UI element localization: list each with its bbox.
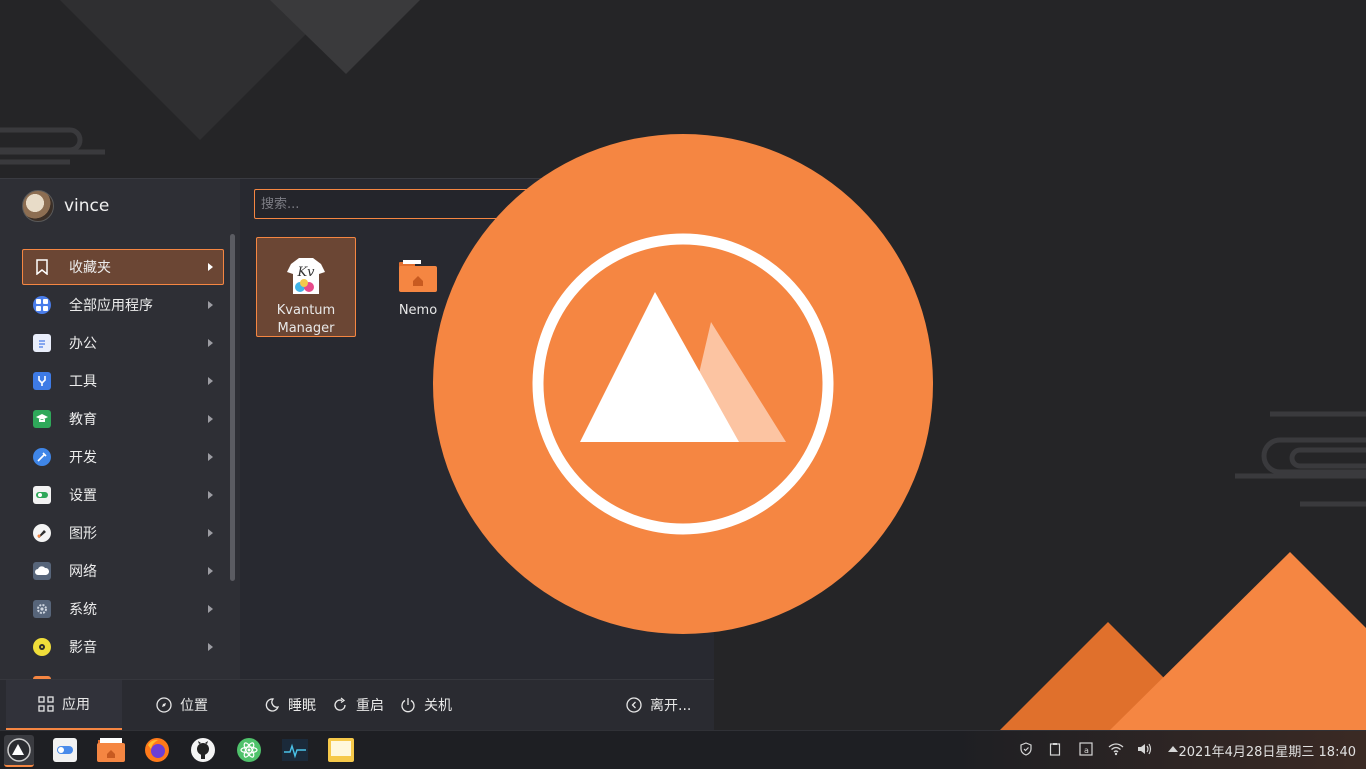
taskbar: a 2021年4月28日星期三 18:40 bbox=[0, 730, 1366, 769]
all-apps-icon bbox=[33, 296, 51, 314]
clock[interactable]: 2021年4月28日星期三 18:40 bbox=[1179, 741, 1357, 760]
user-info[interactable]: vince bbox=[22, 190, 110, 222]
chevron-right-icon bbox=[208, 529, 213, 537]
restart-icon bbox=[332, 697, 348, 713]
settings-toggle-icon[interactable] bbox=[50, 735, 80, 765]
category-education[interactable]: 教育 bbox=[22, 401, 224, 437]
category-label: 影音 bbox=[69, 640, 97, 656]
keyboard-layout-icon[interactable]: a bbox=[1078, 741, 1094, 757]
chevron-right-icon bbox=[208, 301, 213, 309]
category-label: 图形 bbox=[69, 526, 97, 542]
category-favorites[interactable]: 收藏夹 bbox=[22, 249, 224, 285]
chevron-right-icon bbox=[208, 339, 213, 347]
education-icon bbox=[33, 410, 51, 428]
network-icon bbox=[33, 562, 51, 580]
chevron-right-icon bbox=[208, 491, 213, 499]
chevron-right-icon bbox=[208, 377, 213, 385]
sleep-icon bbox=[264, 697, 280, 713]
system-icon bbox=[33, 600, 51, 618]
category-label: 收藏夹 bbox=[69, 260, 111, 276]
category-label: 系统 bbox=[69, 602, 97, 618]
category-label: 网络 bbox=[69, 564, 97, 580]
file-manager-icon[interactable] bbox=[96, 735, 126, 765]
category-settings[interactable]: 设置 bbox=[22, 477, 224, 513]
atom-icon[interactable] bbox=[234, 735, 264, 765]
office-icon bbox=[33, 334, 51, 352]
firefox-icon[interactable] bbox=[142, 735, 172, 765]
settings-icon bbox=[33, 486, 51, 504]
volume-icon[interactable] bbox=[1137, 741, 1153, 757]
category-tools[interactable]: 工具 bbox=[22, 363, 224, 399]
svg-text:Kv: Kv bbox=[296, 265, 315, 280]
shutdown-button[interactable]: 关机 bbox=[400, 680, 452, 730]
sleep-button[interactable]: 睡眠 bbox=[264, 680, 316, 730]
category-development[interactable]: 开发 bbox=[22, 439, 224, 475]
category-label: 开发 bbox=[69, 450, 97, 466]
tab-places-label: 位置 bbox=[180, 698, 208, 714]
restart-button[interactable]: 重启 bbox=[332, 680, 384, 730]
tab-places[interactable]: 位置 bbox=[156, 680, 208, 730]
category-label: 工具 bbox=[69, 374, 97, 390]
category-all-apps[interactable]: 全部应用程序 bbox=[22, 287, 224, 323]
menu-sidebar: vince 收藏夹 全部应用程序 办公 工具 教育 开发 设置 图形 网络 系统… bbox=[0, 179, 240, 679]
category-label: 办公 bbox=[69, 336, 97, 352]
chevron-right-icon bbox=[208, 415, 213, 423]
user-name: vince bbox=[64, 196, 110, 216]
start-menu-icon[interactable] bbox=[4, 735, 34, 767]
category-multimedia[interactable]: 影音 bbox=[22, 629, 224, 665]
notes-icon[interactable] bbox=[326, 735, 356, 765]
bookmark-icon bbox=[33, 258, 51, 276]
clipboard-icon[interactable] bbox=[1047, 741, 1063, 757]
chevron-right-icon bbox=[208, 567, 213, 575]
category-partial[interactable] bbox=[22, 667, 224, 679]
kvantum-icon: Kv bbox=[283, 254, 329, 300]
chevron-right-icon bbox=[208, 453, 213, 461]
category-label: 全部应用程序 bbox=[69, 298, 153, 314]
restart-label: 重启 bbox=[356, 698, 384, 714]
svg-text:a: a bbox=[1084, 746, 1089, 755]
distro-logo bbox=[433, 134, 933, 634]
menu-bottom-bar: 应用 位置 睡眠 重启 关机 离开... bbox=[0, 679, 714, 732]
chevron-right-icon bbox=[208, 643, 213, 651]
power-icon bbox=[400, 697, 416, 713]
category-list: 收藏夹 全部应用程序 办公 工具 教育 开发 设置 图形 网络 系统 影音 bbox=[22, 249, 224, 679]
graphics-icon bbox=[33, 524, 51, 542]
tools-icon bbox=[33, 372, 51, 390]
category-scrollbar[interactable] bbox=[230, 234, 235, 581]
leave-label: 离开... bbox=[650, 698, 692, 714]
category-system[interactable]: 系统 bbox=[22, 591, 224, 627]
tab-apps[interactable]: 应用 bbox=[6, 680, 122, 730]
app-label: Kvantum Manager bbox=[276, 303, 336, 336]
github-icon[interactable] bbox=[188, 735, 218, 765]
compass-icon bbox=[156, 697, 172, 713]
multimedia-icon bbox=[33, 638, 51, 656]
shutdown-label: 关机 bbox=[424, 698, 452, 714]
category-label: 教育 bbox=[69, 412, 97, 428]
system-monitor-icon[interactable] bbox=[280, 735, 310, 765]
category-office[interactable]: 办公 bbox=[22, 325, 224, 361]
sleep-label: 睡眠 bbox=[288, 698, 316, 714]
category-graphics[interactable]: 图形 bbox=[22, 515, 224, 551]
app-kvantum-manager[interactable]: Kv Kvantum Manager bbox=[256, 237, 356, 337]
avatar[interactable] bbox=[22, 190, 54, 222]
development-icon bbox=[33, 448, 51, 466]
chevron-right-icon bbox=[208, 263, 213, 271]
leave-button[interactable]: 离开... bbox=[626, 680, 691, 730]
chevron-left-circle-icon bbox=[626, 697, 642, 713]
wifi-icon[interactable] bbox=[1108, 741, 1124, 757]
shield-icon[interactable] bbox=[1018, 741, 1034, 757]
category-network[interactable]: 网络 bbox=[22, 553, 224, 589]
category-label: 设置 bbox=[69, 488, 97, 504]
grid-icon bbox=[38, 696, 54, 712]
tab-apps-label: 应用 bbox=[62, 697, 90, 713]
chevron-right-icon bbox=[208, 605, 213, 613]
